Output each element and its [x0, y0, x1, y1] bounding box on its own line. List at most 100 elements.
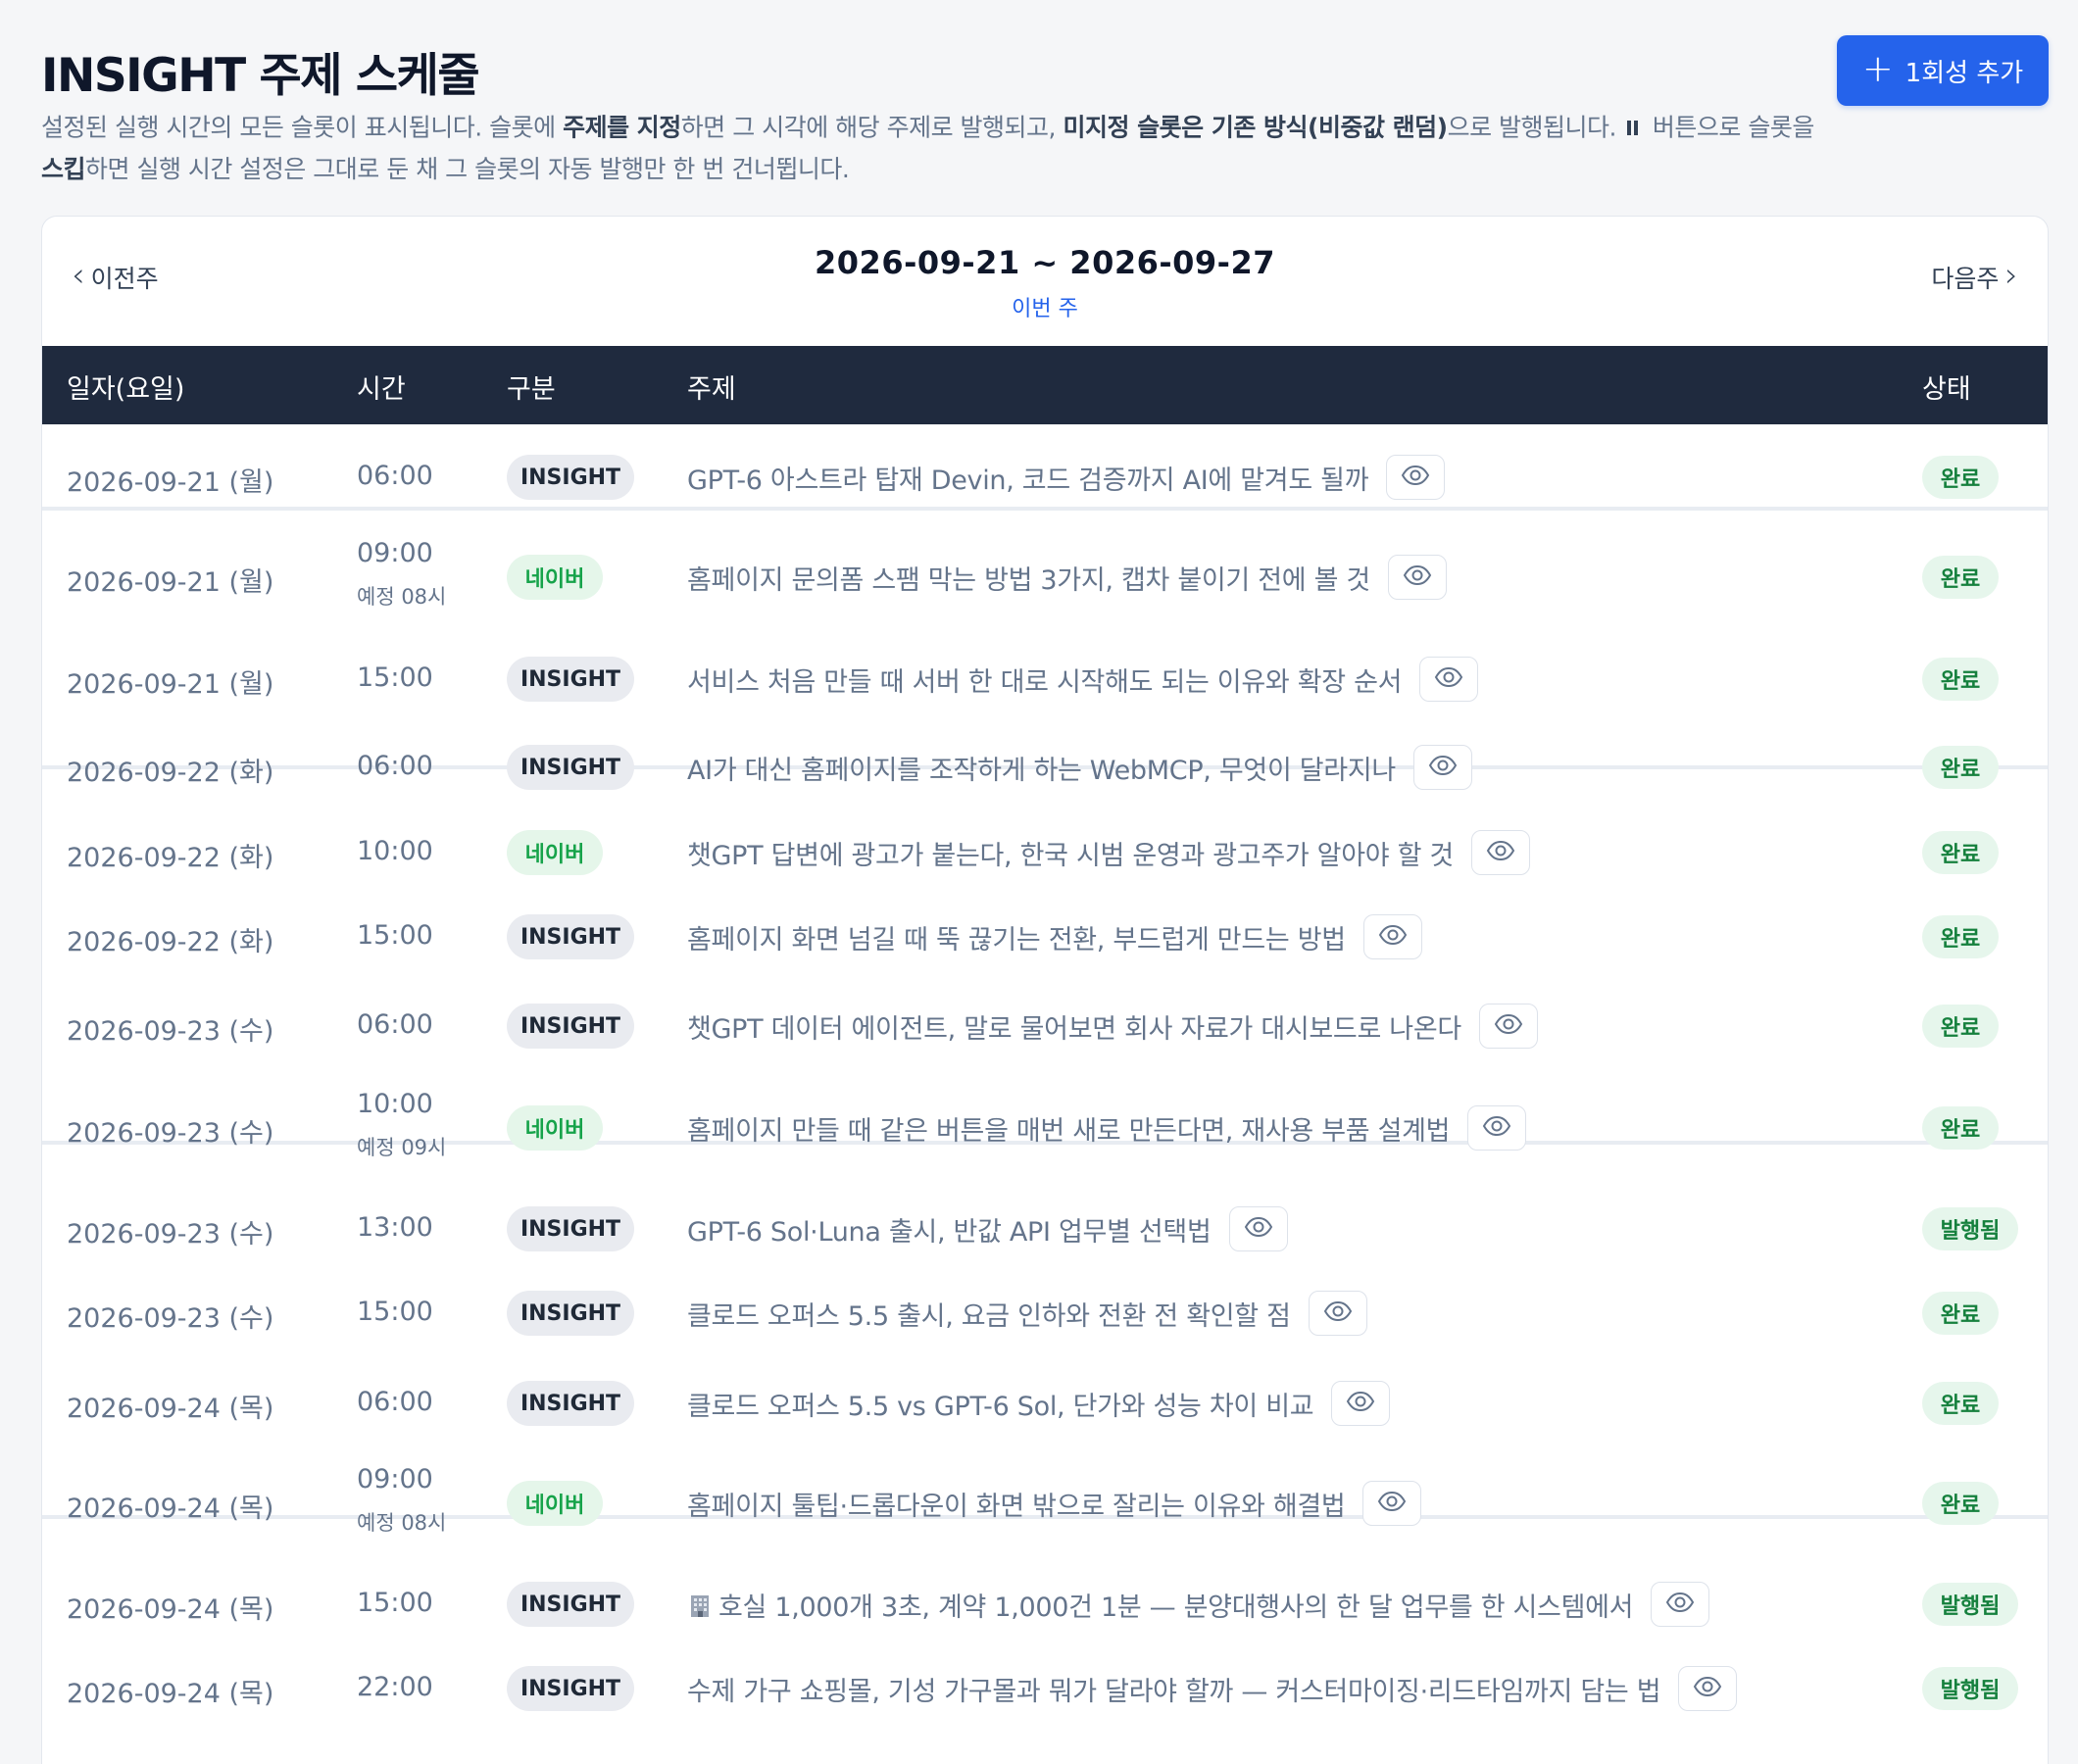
row-time: 10:00 — [357, 1089, 433, 1119]
topic-label: 홈페이지 툴팁·드롭다운이 화면 밖으로 잘리는 이유와 해결법 — [687, 1491, 1346, 1522]
eye-icon — [1323, 1300, 1353, 1326]
row-date: 2026-09-24 (목) — [67, 1394, 274, 1424]
preview-eye-button[interactable] — [1678, 1666, 1738, 1711]
topic-text[interactable]: 호실 1,000개 3초, 계약 1,000건 1분 — 분양대행사의 한 달 … — [687, 1586, 1634, 1624]
category-badge-naver: 네이버 — [507, 1481, 603, 1526]
topic-text[interactable]: 클로드 오퍼스 5.5 vs GPT-6 Sol, 단가와 성능 차이 비교 — [687, 1385, 1314, 1423]
preview-eye-button[interactable] — [1362, 1481, 1422, 1526]
topic-text[interactable]: 챗GPT 답변에 광고가 붙는다, 한국 시범 운영과 광고주가 알아야 할 것 — [687, 834, 1454, 872]
status-badge: 완료 — [1922, 1004, 1999, 1048]
row-time: 10:00 — [357, 836, 433, 866]
row-time: 06:00 — [357, 461, 433, 491]
status-badge: 완료 — [1922, 1382, 1999, 1425]
preview-eye-button[interactable] — [1467, 1105, 1527, 1151]
preview-eye-button[interactable] — [1228, 1206, 1288, 1251]
topic-text[interactable]: AI가 대신 홈페이지를 조작하게 하는 WebMCP, 무엇이 달라지나 — [687, 749, 1396, 787]
topic-text[interactable]: 홈페이지 툴팁·드롭다운이 화면 밖으로 잘리는 이유와 해결법 — [687, 1485, 1346, 1523]
status-badge: 완료 — [1922, 556, 1999, 599]
topic-text[interactable]: 수제 가구 쇼핑몰, 기성 가구몰과 뭐가 달라야 할까 — 커스터마이징·리드… — [687, 1670, 1661, 1708]
row-topic: 호실 1,000개 3초, 계약 1,000건 1분 — 분양대행사의 한 달 … — [687, 1582, 1710, 1627]
chevron-right-icon: › — [2004, 256, 2018, 295]
topic-label: GPT-6 Sol·Luna 출시, 반값 API 업무별 선택법 — [687, 1216, 1212, 1248]
topic-text[interactable]: GPT-6 Sol·Luna 출시, 반값 API 업무별 선택법 — [687, 1210, 1212, 1249]
row-time: 15:00 — [357, 920, 433, 951]
topic-text[interactable]: 서비스 처음 만들 때 서버 한 대로 시작해도 되는 이유와 확장 순서 — [687, 661, 1402, 699]
preview-eye-button[interactable] — [1478, 1004, 1538, 1049]
this-week-link[interactable]: 이번 주 — [42, 291, 2048, 322]
topic-text[interactable]: 홈페이지 문의폼 스팸 막는 방법 3가지, 캡차 붙이기 전에 볼 것 — [687, 559, 1370, 597]
row-date: 2026-09-21 (월) — [67, 669, 274, 700]
eye-icon — [1377, 1491, 1407, 1516]
column-time: 시간 — [357, 374, 406, 405]
topic-text[interactable]: 챗GPT 데이터 에이전트, 말로 물어보면 회사 자료가 대시보드로 나온다 — [687, 1007, 1461, 1046]
eye-icon — [1401, 465, 1430, 490]
add-one-time-button[interactable]: + 1회성 추가 — [1837, 35, 2049, 106]
description-emphasis: 미지정 슬롯은 기존 방식(비중값 랜덤) — [1063, 113, 1448, 142]
schedule-card: ‹ 이전주 2026-09-21 ~ 2026-09-27 이번 주 다음주 ›… — [41, 216, 2049, 1764]
description-text: 버튼으로 슬롯을 — [1645, 113, 1814, 142]
eye-icon — [1494, 1013, 1523, 1039]
preview-eye-button[interactable] — [1470, 830, 1530, 875]
preview-eye-button[interactable] — [1651, 1582, 1710, 1627]
topic-text[interactable]: GPT-6 아스트라 탑재 Devin, 코드 검증까지 AI에 맡겨도 될까 — [687, 459, 1369, 497]
category-badge-insight: INSIGHT — [507, 1291, 634, 1336]
status-badge: 완료 — [1922, 1106, 1999, 1150]
row-time: 15:00 — [357, 1297, 433, 1327]
category-badge-naver: 네이버 — [507, 830, 603, 875]
topic-text[interactable]: 클로드 오퍼스 5.5 출시, 요금 인하와 전환 전 확인할 점 — [687, 1295, 1291, 1333]
row-time: 22:00 — [357, 1672, 433, 1702]
column-date: 일자(요일) — [67, 374, 185, 405]
category-badge-naver: 네이버 — [507, 555, 603, 600]
row-scheduled-note: 예정 08시 — [357, 585, 447, 609]
row-scheduled-note: 예정 08시 — [357, 1511, 447, 1535]
row-topic: 홈페이지 문의폼 스팸 막는 방법 3가지, 캡차 붙이기 전에 볼 것 — [687, 555, 1447, 600]
row-topic: 수제 가구 쇼핑몰, 기성 가구몰과 뭐가 달라야 할까 — 커스터마이징·리드… — [687, 1666, 1738, 1711]
description-text: 으로 발행됩니다. — [1447, 113, 1624, 142]
topic-label: 호실 1,000개 3초, 계약 1,000건 1분 — 분양대행사의 한 달 … — [718, 1592, 1634, 1623]
status-badge: 발행됨 — [1922, 1583, 2018, 1626]
column-status: 상태 — [1922, 374, 1971, 405]
preview-eye-button[interactable] — [1308, 1291, 1367, 1336]
category-badge-insight: INSIGHT — [507, 1004, 634, 1049]
row-topic: GPT-6 Sol·Luna 출시, 반값 API 업무별 선택법 — [687, 1206, 1288, 1251]
preview-eye-button[interactable] — [1331, 1381, 1391, 1426]
status-badge: 완료 — [1922, 1482, 1999, 1525]
eye-icon — [1434, 666, 1463, 692]
next-week-button[interactable]: 다음주 › — [1931, 256, 2018, 295]
status-badge: 완료 — [1922, 831, 1999, 874]
preview-eye-button[interactable] — [1387, 555, 1447, 600]
status-badge: 완료 — [1922, 746, 1999, 789]
row-date: 2026-09-23 (수) — [67, 1016, 274, 1047]
table-header: 일자(요일) 시간 구분 주제 상태 — [42, 346, 2048, 424]
row-date: 2026-09-21 (월) — [67, 567, 274, 598]
row-topic: 홈페이지 툴팁·드롭다운이 화면 밖으로 잘리는 이유와 해결법 — [687, 1481, 1422, 1526]
status-badge: 완료 — [1922, 658, 1999, 701]
week-navigation: ‹ 이전주 2026-09-21 ~ 2026-09-27 이번 주 다음주 › — [42, 217, 2048, 346]
row-date: 2026-09-22 (화) — [67, 843, 274, 873]
add-one-time-label: 1회성 추가 — [1905, 58, 2024, 88]
column-category: 구분 — [507, 374, 556, 405]
plus-icon: + — [1861, 47, 1894, 90]
row-topic: 챗GPT 답변에 광고가 붙는다, 한국 시범 운영과 광고주가 알아야 할 것 — [687, 830, 1530, 875]
building-icon — [687, 1592, 718, 1623]
eye-icon — [1428, 755, 1458, 780]
row-date: 2026-09-24 (목) — [67, 1679, 274, 1709]
preview-eye-button[interactable] — [1362, 914, 1422, 959]
description-emphasis: 스킵 — [41, 155, 86, 183]
preview-eye-button[interactable] — [1386, 455, 1446, 500]
pause-icon — [1627, 108, 1641, 146]
category-badge-insight: INSIGHT — [507, 455, 634, 500]
topic-label: 홈페이지 문의폼 스팸 막는 방법 3가지, 캡차 붙이기 전에 볼 것 — [687, 564, 1370, 596]
category-badge-insight: INSIGHT — [507, 1582, 634, 1627]
preview-eye-button[interactable] — [1419, 657, 1479, 702]
row-time: 15:00 — [357, 1588, 433, 1618]
topic-text[interactable]: 홈페이지 화면 넘길 때 뚝 끊기는 전환, 부드럽게 만드는 방법 — [687, 918, 1346, 956]
row-topic: 서비스 처음 만들 때 서버 한 대로 시작해도 되는 이유와 확장 순서 — [687, 657, 1479, 702]
row-topic: 홈페이지 만들 때 같은 버튼을 매번 새로 만든다면, 재사용 부품 설계법 — [687, 1105, 1527, 1151]
eye-icon — [1378, 924, 1408, 950]
topic-text[interactable]: 홈페이지 만들 때 같은 버튼을 매번 새로 만든다면, 재사용 부품 설계법 — [687, 1109, 1451, 1148]
row-topic: 챗GPT 데이터 에이전트, 말로 물어보면 회사 자료가 대시보드로 나온다 — [687, 1004, 1538, 1049]
row-date: 2026-09-21 (월) — [67, 467, 274, 498]
topic-label: GPT-6 아스트라 탑재 Devin, 코드 검증까지 AI에 맡겨도 될까 — [687, 465, 1369, 496]
preview-eye-button[interactable] — [1412, 745, 1472, 790]
